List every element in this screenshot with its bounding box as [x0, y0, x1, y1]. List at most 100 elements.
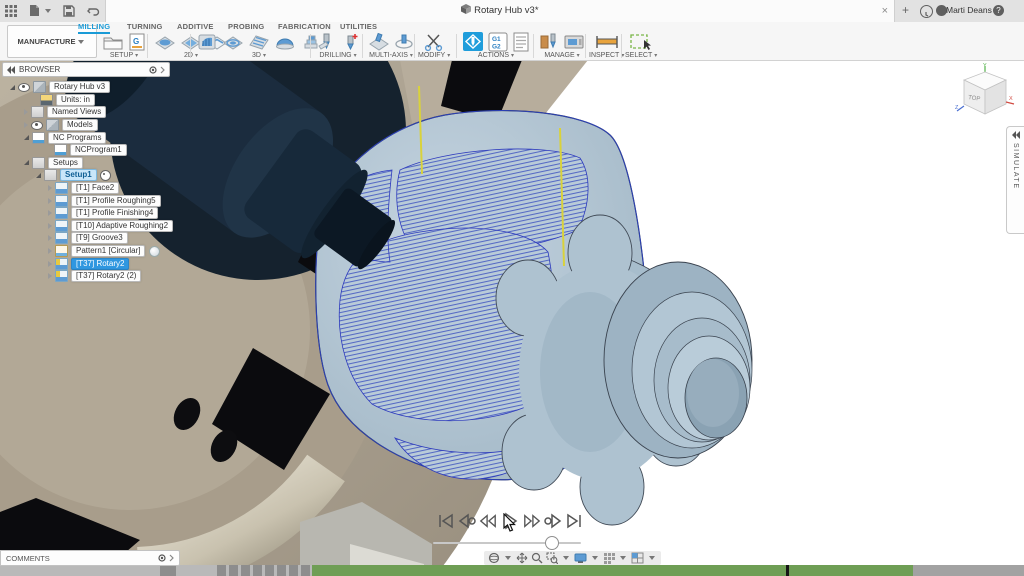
timeline-segment[interactable]: [301, 565, 310, 576]
panel-chevron-icon[interactable]: [160, 66, 165, 74]
browser-item-label[interactable]: NC Programs: [48, 132, 106, 144]
wcs-target-icon[interactable]: [100, 170, 111, 181]
caret-collapsed-icon[interactable]: [48, 223, 52, 229]
caret-collapsed-icon[interactable]: [48, 248, 52, 254]
timeline-segment[interactable]: [160, 565, 176, 576]
zoom-window-icon[interactable]: [546, 552, 558, 564]
group-label-3d[interactable]: 3D: [194, 52, 324, 59]
browser-item-label[interactable]: Setups: [48, 157, 83, 169]
adaptive-clearing-icon[interactable]: [196, 32, 218, 52]
caret-collapsed-icon[interactable]: [48, 261, 52, 267]
simulate-panel-tab[interactable]: SIMULATE: [1006, 126, 1024, 234]
2d-pocket-icon[interactable]: [154, 32, 176, 52]
timeline-segment[interactable]: [289, 565, 298, 576]
visibility-eye-icon[interactable]: [31, 121, 43, 130]
comments-dot-icon[interactable]: [158, 554, 166, 562]
browser-item-models[interactable]: Models: [2, 119, 212, 132]
browser-item-label[interactable]: Models: [62, 119, 98, 131]
browser-item-label[interactable]: [T1] Profile Finishing4: [71, 207, 158, 219]
rotary-icon[interactable]: [394, 32, 414, 52]
setup-folder-icon[interactable]: [102, 32, 124, 52]
viewports-caret-icon[interactable]: [649, 556, 655, 560]
measure-icon[interactable]: [595, 32, 619, 52]
grid-caret-icon[interactable]: [620, 556, 626, 560]
browser-item-setup1[interactable]: Setup1: [2, 169, 212, 182]
user-name[interactable]: Marti Deans: [946, 5, 992, 15]
caret-collapsed-icon[interactable]: [48, 210, 52, 216]
browser-item-label[interactable]: [T1] Profile Roughing5: [71, 195, 161, 207]
operations-timeline[interactable]: [0, 565, 1024, 576]
caret-expanded-icon[interactable]: [36, 173, 41, 178]
file-menu-caret-icon[interactable]: [45, 9, 51, 13]
ncprogram-icon[interactable]: G: [128, 32, 146, 52]
timeline-segment[interactable]: [241, 565, 250, 576]
caret-collapsed-icon[interactable]: [48, 198, 52, 204]
file-icon[interactable]: [29, 4, 40, 22]
group-label-modify[interactable]: MODIFY: [418, 52, 450, 59]
comments-chevron-icon[interactable]: [169, 554, 174, 562]
browser-item-root[interactable]: Rotary Hub v3: [2, 81, 212, 94]
browser-header[interactable]: BROWSER: [2, 62, 170, 77]
caret-collapsed-icon[interactable]: [24, 109, 28, 115]
timeline-remaining-range[interactable]: [913, 565, 1024, 576]
machine-icon[interactable]: [563, 32, 585, 52]
timeline-segment[interactable]: [229, 565, 238, 576]
orbit-caret-icon[interactable]: [505, 556, 511, 560]
go-to-start-button[interactable]: [437, 511, 455, 531]
timeline-simulated-range[interactable]: [312, 565, 913, 576]
thread-icon[interactable]: [340, 32, 360, 52]
caret-collapsed-icon[interactable]: [48, 185, 52, 191]
browser-item-pattern1[interactable]: Pattern1 [Circular]: [2, 245, 212, 258]
go-to-end-button[interactable]: [565, 511, 583, 531]
parallel-icon[interactable]: [248, 32, 270, 52]
orbit-icon[interactable]: [488, 552, 500, 564]
browser-item-label[interactable]: Setup1: [60, 169, 97, 181]
zoom-icon[interactable]: [531, 552, 543, 564]
zoom-caret-icon[interactable]: [563, 556, 569, 560]
tool-library-icon[interactable]: [539, 32, 559, 52]
browser-item-profile-finishing4[interactable]: [T1] Profile Finishing4: [2, 207, 212, 220]
browser-item-label[interactable]: Named Views: [47, 106, 106, 118]
caret-collapsed-icon[interactable]: [48, 273, 52, 279]
browser-item-profile-roughing5[interactable]: [T1] Profile Roughing5: [2, 194, 212, 207]
display-settings-icon[interactable]: [574, 552, 587, 564]
timeline-playhead[interactable]: [786, 565, 789, 576]
previous-operation-button[interactable]: [458, 511, 476, 531]
group-label-actions[interactable]: ACTIONS: [460, 52, 532, 59]
timeline-segment[interactable]: [253, 565, 262, 576]
pocket-clearing-icon[interactable]: [222, 32, 244, 52]
browser-item-label[interactable]: [T37] Rotary2 (2): [71, 270, 141, 282]
browser-item-ncprogram1[interactable]: NCProgram1: [2, 144, 212, 157]
comments-bar[interactable]: COMMENTS: [0, 550, 180, 566]
browser-item-label[interactable]: [T1] Face2: [71, 182, 119, 194]
group-label-drilling[interactable]: DRILLING: [314, 52, 362, 59]
caret-collapsed-icon[interactable]: [48, 235, 52, 241]
job-status-icon[interactable]: [920, 5, 933, 18]
caret-expanded-icon[interactable]: [10, 85, 15, 90]
visibility-eye-icon[interactable]: [18, 83, 30, 92]
group-label-manage[interactable]: MANAGE: [537, 52, 587, 59]
setup-sheet-icon[interactable]: [512, 32, 530, 52]
browser-item-label[interactable]: NCProgram1: [70, 144, 127, 156]
browser-item-label[interactable]: Rotary Hub v3: [49, 81, 110, 93]
scallop-icon[interactable]: [274, 32, 296, 52]
new-tab-icon[interactable]: +: [902, 3, 909, 17]
save-icon[interactable]: [63, 4, 75, 22]
scissors-icon[interactable]: [424, 32, 444, 52]
caret-collapsed-icon[interactable]: [24, 122, 28, 128]
caret-expanded-icon[interactable]: [24, 135, 29, 140]
browser-item-label[interactable]: [T9] Groove3: [71, 232, 128, 244]
grid-settings-icon[interactable]: [603, 552, 615, 564]
post-process-icon[interactable]: G1G2: [488, 32, 508, 52]
browser-item-label[interactable]: [T37] Rotary2: [71, 258, 129, 270]
close-tab-icon[interactable]: ×: [882, 3, 888, 19]
display-settings-dot-icon[interactable]: [149, 66, 157, 74]
viewports-icon[interactable]: [631, 552, 644, 564]
app-grid-icon[interactable]: [5, 4, 17, 22]
timeline-segment[interactable]: [277, 565, 286, 576]
group-label-multi-axis[interactable]: MULTI-AXIS: [366, 52, 416, 59]
browser-item-adaptive-roughing2[interactable]: [T10] Adaptive Roughing2: [2, 220, 212, 233]
browser-item-label[interactable]: Pattern1 [Circular]: [71, 245, 145, 257]
browser-item-setups[interactable]: Setups: [2, 157, 212, 170]
browser-item-rotary2[interactable]: [T37] Rotary2: [2, 257, 212, 270]
